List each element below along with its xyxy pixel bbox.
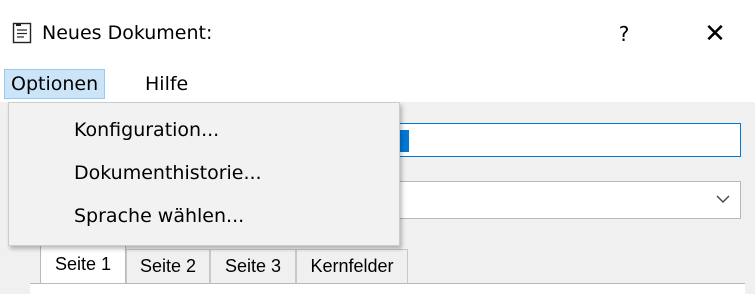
chevron-down-icon[interactable] xyxy=(714,190,732,208)
menu-item-sprache-waehlen[interactable]: Sprache wählen... xyxy=(74,201,244,231)
tab-seite-3[interactable]: Seite 3 xyxy=(210,249,296,283)
optionen-dropdown-menu: Konfiguration... Dokumenthistorie... Spr… xyxy=(8,102,400,246)
help-button[interactable]: ? xyxy=(602,14,646,54)
tab-seite-2[interactable]: Seite 2 xyxy=(126,249,210,283)
menu-item-dokumenthistorie[interactable]: Dokumenthistorie... xyxy=(74,158,262,188)
close-button[interactable]: ✕ xyxy=(690,14,740,54)
dropdown-select[interactable] xyxy=(384,181,741,219)
tab-strip: Seite 1 Seite 2 Seite 3 Kernfelder xyxy=(30,245,750,285)
text-input[interactable] xyxy=(384,123,741,157)
menu-item-konfiguration[interactable]: Konfiguration... xyxy=(74,115,219,145)
menu-optionen[interactable]: Optionen xyxy=(4,69,106,99)
title-bar: Neues Dokument: ? ✕ xyxy=(0,0,755,66)
tab-kernfelder[interactable]: Kernfelder xyxy=(296,249,408,283)
window-title: Neues Dokument: xyxy=(42,22,213,44)
tab-seite-1[interactable]: Seite 1 xyxy=(40,245,126,285)
menu-hilfe[interactable]: Hilfe xyxy=(139,69,194,99)
menu-bar: Optionen Hilfe xyxy=(0,66,755,102)
document-icon xyxy=(12,22,32,44)
